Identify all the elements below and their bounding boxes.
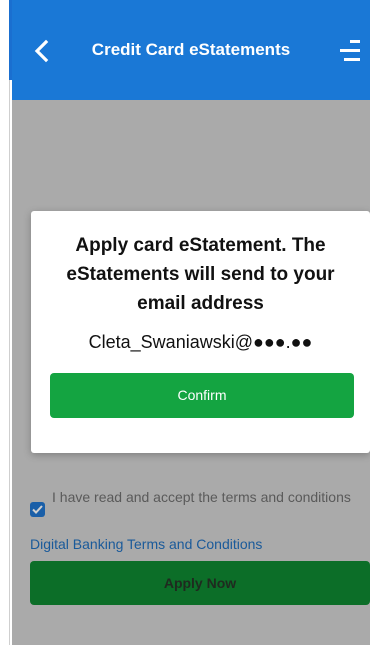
menu-icon — [340, 40, 360, 61]
confirm-button[interactable]: Confirm — [50, 373, 354, 418]
chevron-left-icon — [34, 39, 49, 63]
left-edge-divider — [9, 80, 10, 645]
page-title: Credit Card eStatements — [91, 40, 291, 59]
terms-link[interactable]: Digital Banking Terms and Conditions — [30, 535, 262, 553]
email-address: Cleta_Swaniawski@●●●.●● — [88, 332, 313, 352]
terms-checkbox[interactable] — [30, 502, 45, 517]
menu-button[interactable] — [334, 36, 362, 66]
app-screen: Credit Card eStatements I have read and … — [12, 0, 370, 645]
apply-now-button[interactable]: Apply Now — [30, 561, 370, 605]
confirmation-dialog: Apply card eStatement. The eStatements w… — [31, 211, 370, 453]
app-header: Credit Card eStatements — [12, 0, 370, 100]
dialog-message: Apply card eStatement. The eStatements w… — [66, 235, 335, 314]
left-edge — [0, 0, 12, 80]
terms-label: I have read and accept the terms and con… — [52, 489, 351, 505]
back-button[interactable] — [30, 36, 56, 66]
checkmark-icon — [32, 505, 43, 514]
